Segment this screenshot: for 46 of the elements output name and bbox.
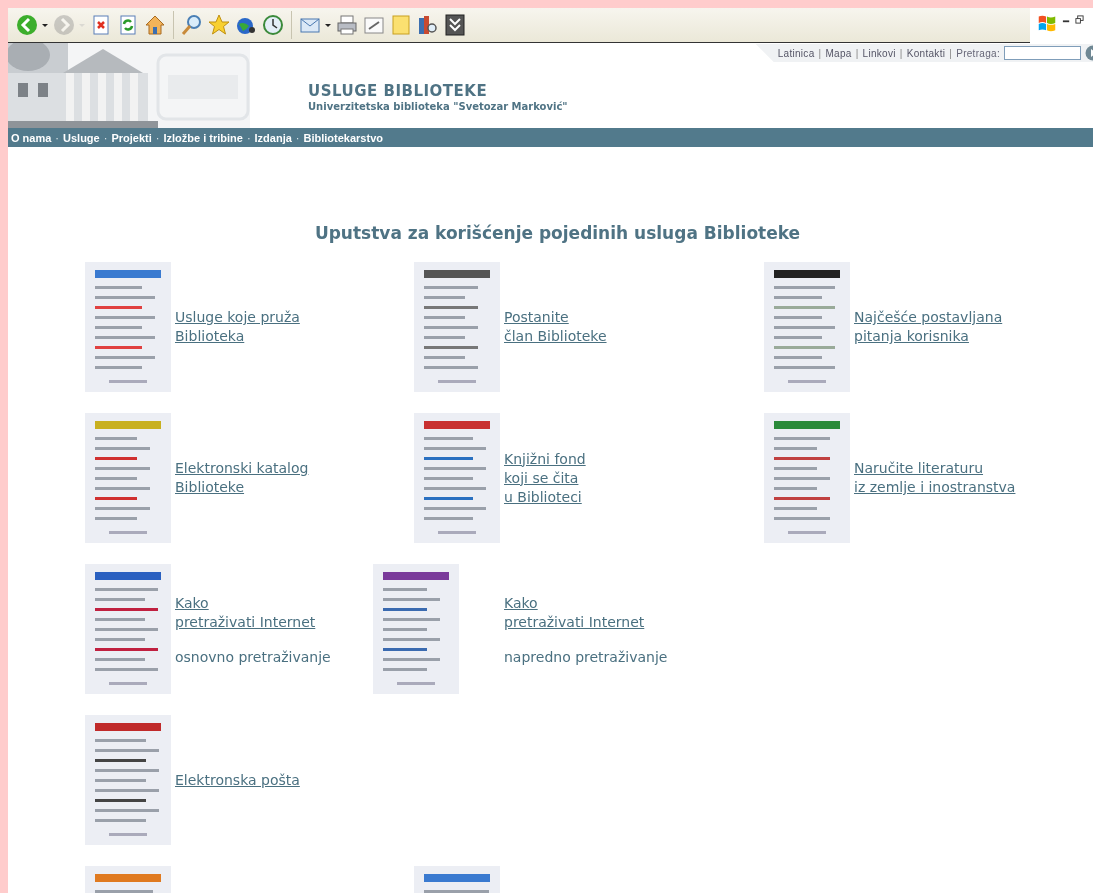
nav-link[interactable]: O nama: [11, 131, 52, 144]
guide-link[interactable]: Elektronski katalog Biblioteke: [175, 459, 309, 497]
section-heading: Uputstva za korišćenje pojedinih usluga Biblioteke: [313, 223, 802, 243]
link-note: napredno pretraživanje: [504, 648, 668, 665]
home-button[interactable]: [144, 14, 166, 36]
guide-link[interactable]: Postanite član Biblioteke: [504, 308, 607, 346]
link-separator: |: [899, 47, 903, 59]
guide-link[interactable]: Elektronska pošta: [175, 770, 300, 790]
page-with-x-button[interactable]: [90, 14, 112, 36]
guide-link[interactable]: Knjižni fond koji se čita u Biblioteci: [504, 449, 586, 507]
link-separator: |: [818, 47, 822, 59]
nav-link[interactable]: Izložbe i tribine: [163, 131, 243, 144]
chevrons-down-button[interactable]: [444, 14, 466, 36]
nav-link[interactable]: Projekti: [111, 131, 152, 144]
top-link[interactable]: Mapa: [825, 47, 852, 59]
nav-link[interactable]: Izdanja: [254, 131, 292, 144]
link-separator: |: [949, 47, 953, 59]
back-arrow-button[interactable]: [16, 14, 48, 36]
nav-separator: ·: [295, 131, 300, 144]
printer-button[interactable]: [336, 14, 358, 36]
books-magnifier-button[interactable]: [417, 14, 439, 36]
guide-link[interactable]: Usluge koje pruža Biblioteka: [175, 308, 300, 346]
guide-link[interactable]: Najčešće postavljana pitanja korisnika: [854, 308, 1003, 346]
nav-link[interactable]: Bibliotekarstvo: [303, 131, 383, 144]
star-button[interactable]: [208, 14, 230, 36]
guide-link[interactable]: Kako pretraživati Internet: [504, 593, 668, 632]
page-subtitle: Univerzitetska biblioteka "Svetozar Marković": [308, 101, 568, 112]
page-with-arrows-button[interactable]: [117, 14, 139, 36]
top-link[interactable]: Kontakti: [906, 47, 946, 59]
search-button[interactable]: [181, 14, 203, 36]
nav-separator: ·: [155, 131, 160, 144]
page-title: USLUGE BIBLIOTEKE: [308, 82, 489, 100]
nav-separator: ·: [55, 131, 60, 144]
guide-link[interactable]: Naručite literaturu iz zemlje i inostranstva: [854, 459, 1016, 497]
top-link[interactable]: Latinica: [777, 47, 815, 59]
nav-separator: ·: [103, 131, 108, 144]
link-separator: |: [855, 47, 859, 59]
search-label: Pretraga:: [956, 47, 1000, 59]
search-field[interactable]: [1004, 46, 1081, 60]
top-link[interactable]: Linkovi: [862, 47, 896, 59]
nav-link[interactable]: Usluge: [63, 131, 100, 144]
page-with-pen-button[interactable]: [363, 14, 385, 36]
link-note: osnovno pretraživanje: [175, 648, 331, 665]
nav-separator: ·: [246, 131, 251, 144]
guide-link[interactable]: Kako pretraživati Internet: [175, 593, 331, 632]
restore-icon[interactable]: [1075, 15, 1084, 24]
